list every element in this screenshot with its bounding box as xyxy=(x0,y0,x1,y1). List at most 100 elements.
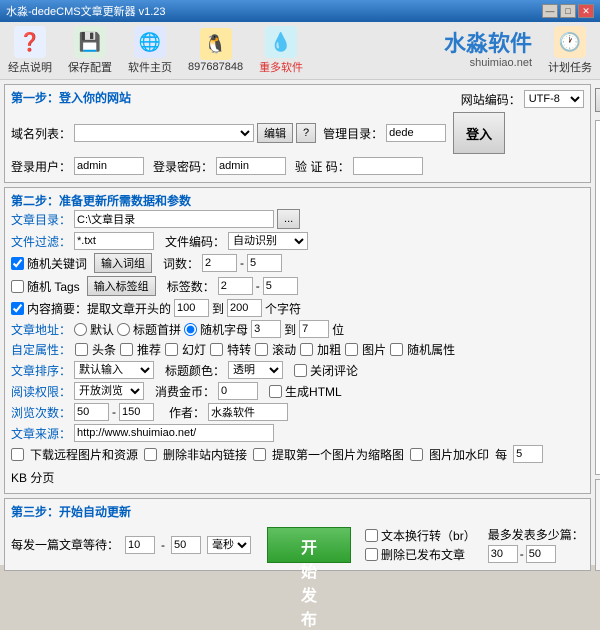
extract-from-input[interactable] xyxy=(174,299,209,317)
attr-recommend-check[interactable] xyxy=(120,343,133,356)
content-area: 第一步：登入你的网站 网站编码： UTF-8 GBK 域名列表： 编辑 ? 管理… xyxy=(0,80,600,575)
view-count-min-input[interactable] xyxy=(74,403,109,421)
interval-min-input[interactable] xyxy=(125,536,155,554)
right-panel: 读取栏目列表 发完自动刷新栏目 包括刷新主页HTML 每发一篇同步刷新 xyxy=(595,84,600,571)
file-encoding-label: 文件编码： xyxy=(165,233,225,250)
publish-button[interactable]: 开始发布 xyxy=(267,527,351,563)
max-articles-max-input[interactable] xyxy=(526,545,556,563)
count-min-input[interactable] xyxy=(202,254,237,272)
step3-section: 第三步：开始自动更新 每发一篇文章等待： - 毫秒 秒 开始发布 xyxy=(4,498,591,571)
read-limit-select[interactable]: 开放浏览 xyxy=(74,382,144,400)
main-window: ❓ 经点说明 💾 保存配置 🌐 软件主页 🐧 897687848 💧 重多软件 … xyxy=(0,22,600,565)
encoding-label: 网站编码： xyxy=(461,91,521,108)
password-label: 登录密码： xyxy=(153,158,213,175)
attr-head-check[interactable] xyxy=(75,343,88,356)
encoding-select[interactable]: UTF-8 GBK xyxy=(524,90,584,108)
save-config-button[interactable]: 💾 保存配置 xyxy=(68,26,112,75)
skip-published-check[interactable] xyxy=(365,548,378,561)
home-button[interactable]: 🌐 软件主页 xyxy=(128,26,172,75)
comment-label: 关闭评论 xyxy=(310,362,358,379)
max-articles-min-input[interactable] xyxy=(488,545,518,563)
thumb-check[interactable] xyxy=(253,448,266,461)
attr-pics-check[interactable] xyxy=(345,343,358,356)
step1-label: 第一步：登入你的网站 xyxy=(11,89,131,106)
verify-input[interactable] xyxy=(353,157,423,175)
update-icon: 💧 xyxy=(265,26,297,58)
domain-help-button[interactable]: ? xyxy=(296,123,316,143)
extract-to-input[interactable] xyxy=(227,299,262,317)
edit-domain-button[interactable]: 编辑 xyxy=(257,123,293,143)
url-min-input[interactable] xyxy=(251,320,281,338)
gen-html-check[interactable] xyxy=(269,385,282,398)
maximize-button[interactable]: □ xyxy=(560,4,576,18)
login-button[interactable]: 登入 xyxy=(453,112,505,154)
remove-links-check[interactable] xyxy=(144,448,157,461)
wrap-text-check[interactable] xyxy=(365,529,378,542)
verify-label: 验 证 码： xyxy=(295,158,350,175)
attr-bold-label: 加粗 xyxy=(317,341,341,358)
domain-select[interactable] xyxy=(74,124,254,142)
random-keyword-check[interactable] xyxy=(11,257,24,270)
filter-input[interactable] xyxy=(74,232,154,250)
minimize-button[interactable]: — xyxy=(542,4,558,18)
attr-special-check[interactable] xyxy=(210,343,223,356)
attr-rand-check[interactable] xyxy=(390,343,403,356)
file-encoding-select[interactable]: 自动识别 UTF-8 GBK xyxy=(228,232,308,250)
toolbar: ❓ 经点说明 💾 保存配置 🌐 软件主页 🐧 897687848 💧 重多软件 … xyxy=(0,22,600,80)
password-input[interactable] xyxy=(216,157,286,175)
url-random-radio[interactable] xyxy=(184,323,197,336)
domain-label: 域名列表： xyxy=(11,125,71,142)
attr-pics-label: 图片 xyxy=(362,341,386,358)
step1-section: 第一步：登入你的网站 网站编码： UTF-8 GBK 域名列表： 编辑 ? 管理… xyxy=(4,84,591,183)
url-max-input[interactable] xyxy=(299,320,329,338)
wrap-text-label: 文本换行转（br） xyxy=(381,527,476,544)
download-images-check[interactable] xyxy=(11,448,24,461)
browse-button[interactable]: ... xyxy=(277,209,300,229)
input-group-button[interactable]: 输入词组 xyxy=(94,253,152,273)
skip-published-label: 删除已发布文章 xyxy=(381,546,465,563)
article-dir-input[interactable] xyxy=(74,210,274,228)
brand-area: 水淼软件 shuimiao.net xyxy=(444,31,532,71)
close-button[interactable]: ✕ xyxy=(578,4,594,18)
schedule-button[interactable]: 🕐 计划任务 xyxy=(548,26,592,75)
remove-links-label: 删除非站内链接 xyxy=(163,446,247,463)
url-title-radio[interactable] xyxy=(117,323,130,336)
tag-count-min-input[interactable] xyxy=(218,277,253,295)
url-default-radio[interactable] xyxy=(74,323,87,336)
author-input[interactable] xyxy=(208,403,288,421)
attr-scroll-check[interactable] xyxy=(255,343,268,356)
download-images-label: 下载远程图片和资源 xyxy=(30,446,138,463)
attr-bold-check[interactable] xyxy=(300,343,313,356)
random-tags-check[interactable] xyxy=(11,280,24,293)
count-max-input[interactable] xyxy=(247,254,282,272)
source-input[interactable] xyxy=(74,424,274,442)
view-count-label: 浏览次数： xyxy=(11,404,71,421)
extract-content-check[interactable] xyxy=(11,302,24,315)
attr-glow-check[interactable] xyxy=(165,343,178,356)
update-button[interactable]: 💧 重多软件 xyxy=(259,26,303,75)
interval-max-input[interactable] xyxy=(171,536,201,554)
url-unit: 位 xyxy=(332,321,344,338)
color-select[interactable]: 透明 xyxy=(228,361,283,379)
watermark-size-input[interactable] xyxy=(513,445,543,463)
gold-input[interactable] xyxy=(218,382,258,400)
attr-special-label: 特转 xyxy=(227,341,251,358)
qq-button[interactable]: 🐧 897687848 xyxy=(188,28,243,73)
input-tags-button[interactable]: 输入标签组 xyxy=(87,276,156,296)
random-tags-label: 随机 Tags xyxy=(27,278,80,295)
comment-check[interactable] xyxy=(294,364,307,377)
help-button[interactable]: ❓ 经点说明 xyxy=(8,26,52,75)
max-articles-label: 最多发表多少篇： xyxy=(488,526,584,543)
username-input[interactable] xyxy=(74,157,144,175)
gold-label: 消费金币： xyxy=(155,383,215,400)
view-count-max-input[interactable] xyxy=(119,403,154,421)
count-label: 词数： xyxy=(163,255,199,272)
sort-select[interactable]: 默认输入 xyxy=(74,361,154,379)
admin-dir-input[interactable] xyxy=(386,124,446,142)
clock-icon: 🕐 xyxy=(554,26,586,58)
interval-unit-select[interactable]: 毫秒 秒 xyxy=(207,536,251,554)
read-list-button[interactable]: 读取栏目列表 xyxy=(595,88,600,112)
tag-count-max-input[interactable] xyxy=(263,277,298,295)
step3-label: 第三步：开始自动更新 xyxy=(11,503,131,520)
watermark-check[interactable] xyxy=(410,448,423,461)
